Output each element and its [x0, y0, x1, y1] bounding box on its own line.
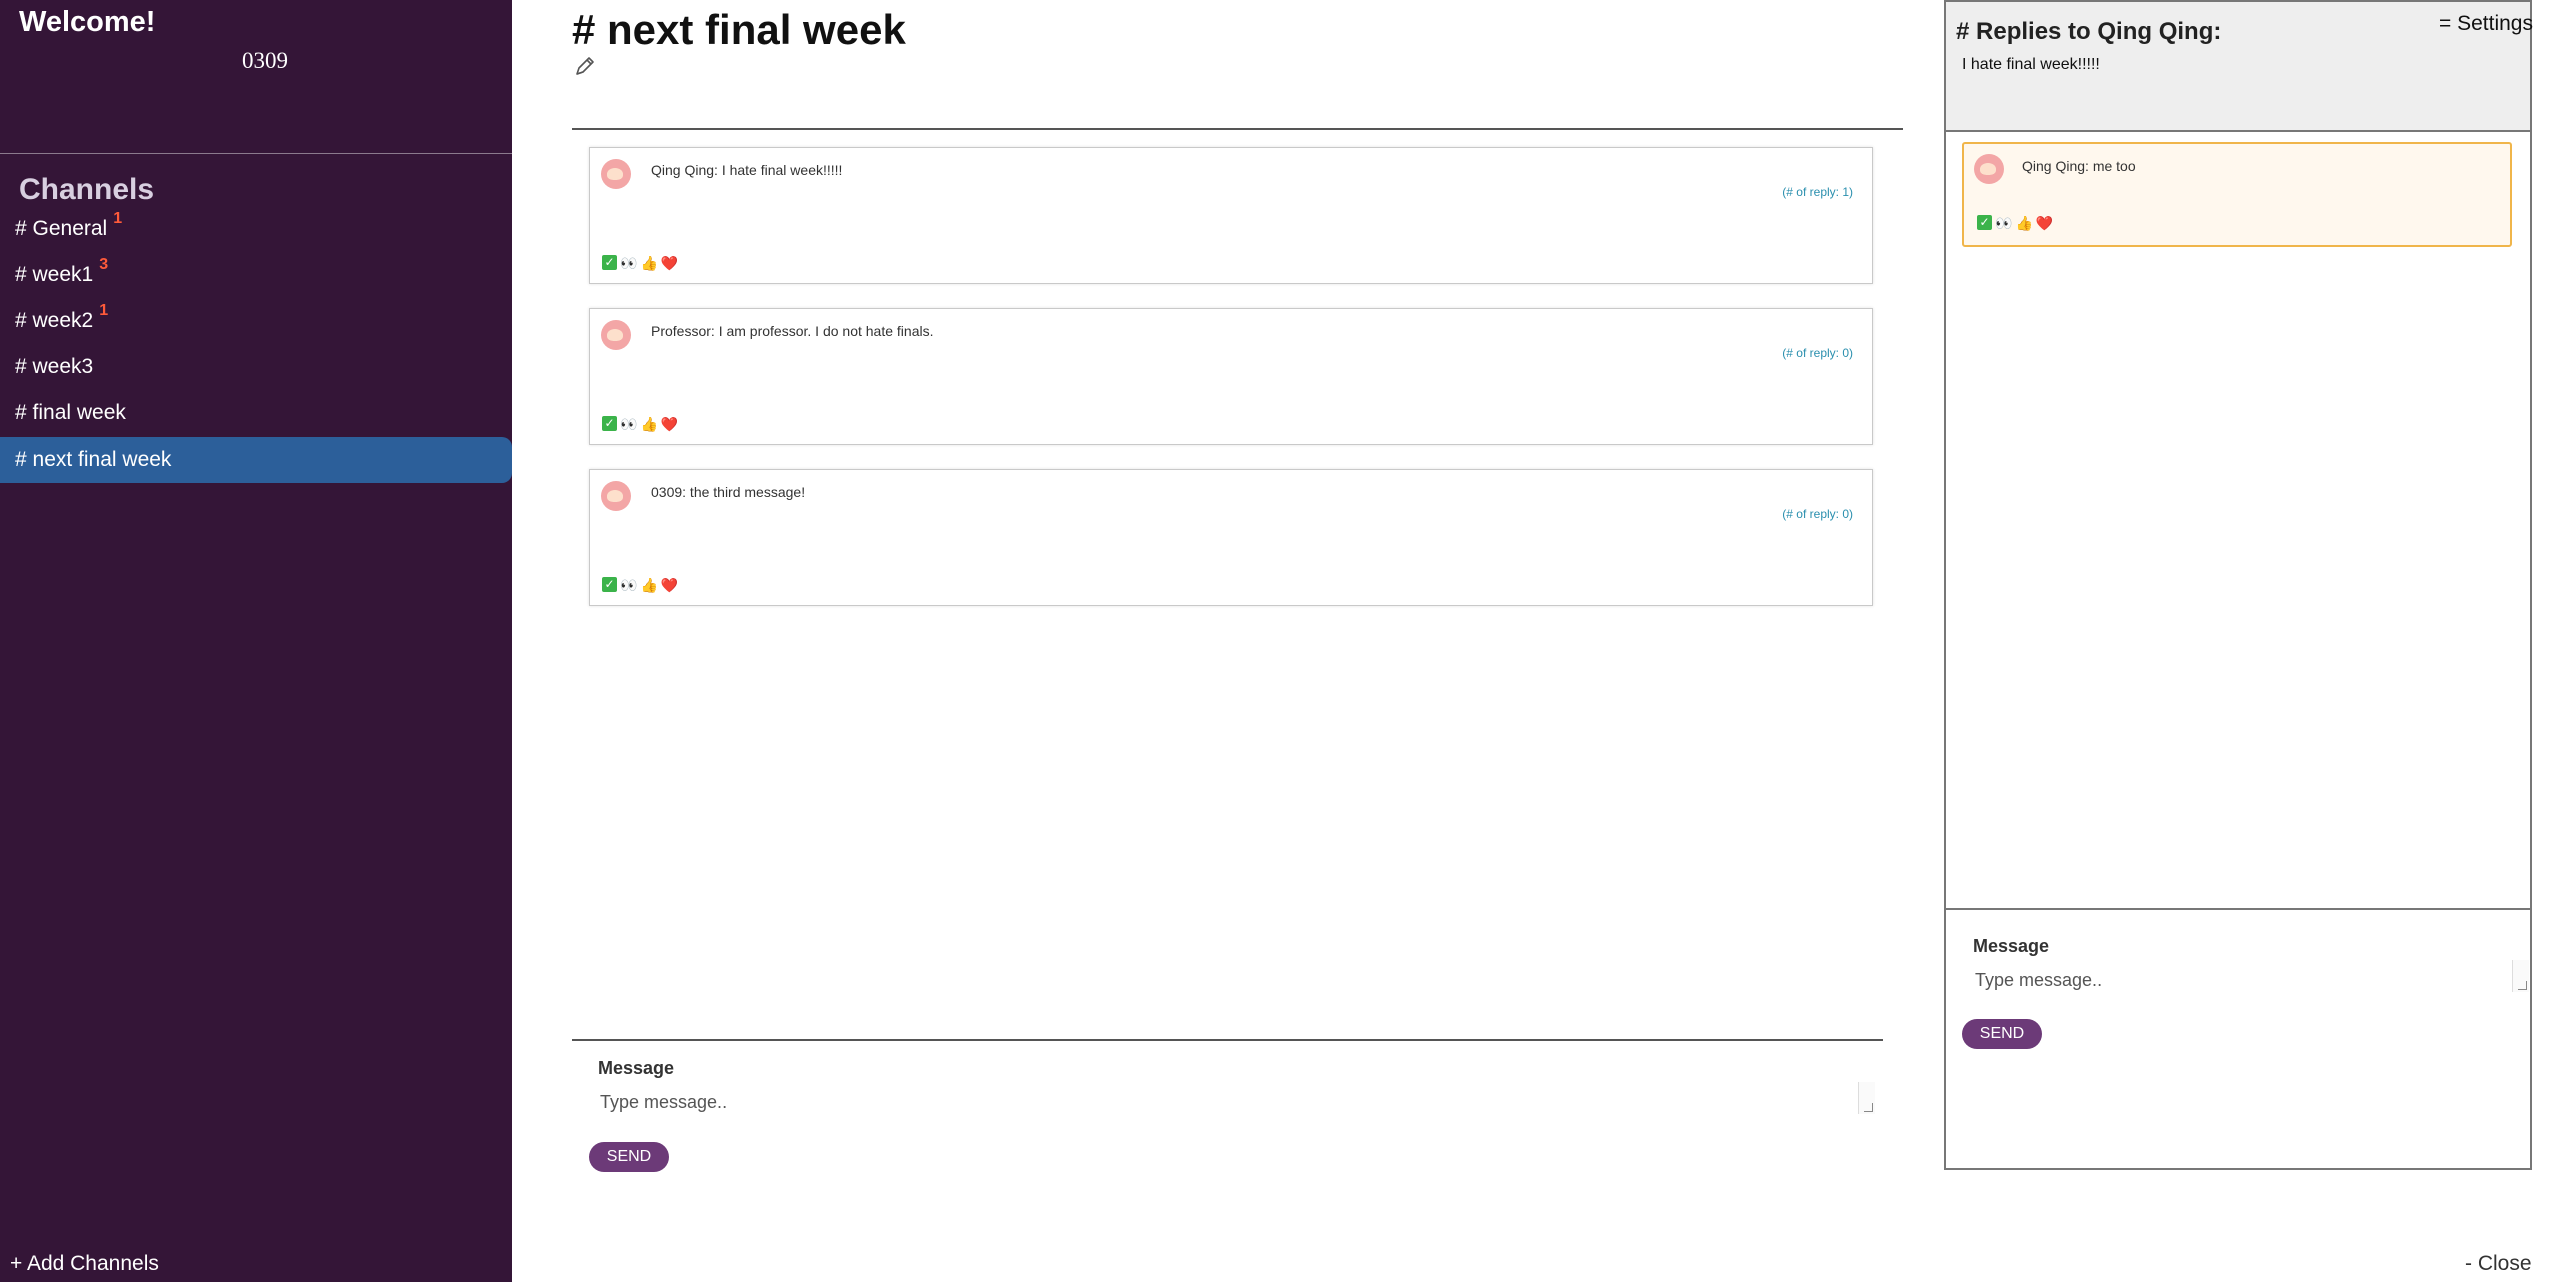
user-avatar — [601, 481, 631, 511]
thumbs-up-reaction-icon[interactable]: 👍 — [640, 416, 657, 433]
thread-parent-message: I hate final week!!!!! — [1962, 56, 2100, 73]
channels-heading: Channels — [19, 173, 155, 206]
reply-card[interactable]: Qing Qing: me too ✓ 👀 👍 ❤️ — [1962, 142, 2512, 247]
sidebar-divider — [0, 153, 512, 154]
current-username: 0309 — [242, 48, 288, 73]
heart-reaction-icon[interactable]: ❤️ — [661, 255, 678, 272]
thread-title: # Replies to Qing Qing: — [1956, 18, 2222, 45]
thread-composer-divider — [1946, 908, 2530, 910]
add-channels-button[interactable]: + Add Channels — [10, 1252, 159, 1276]
thread-resize-handle[interactable] — [2512, 960, 2529, 992]
reply-text: Qing Qing: me too — [2022, 158, 2136, 174]
reply-count-link[interactable]: (# of reply: 0) — [1782, 346, 1853, 360]
channel-item-final-week[interactable]: # final week — [0, 390, 512, 436]
thumbs-up-reaction-icon[interactable]: 👍 — [640, 255, 657, 272]
channel-item-week1[interactable]: # week1 3 — [0, 252, 512, 298]
eyes-reaction-icon[interactable]: 👀 — [620, 255, 637, 272]
reaction-bar: ✓ 👀 👍 ❤️ — [1977, 215, 2053, 232]
heart-reaction-icon[interactable]: ❤️ — [2036, 215, 2053, 232]
thumbs-up-reaction-icon[interactable]: 👍 — [640, 577, 657, 594]
message-text: Professor: I am professor. I do not hate… — [651, 323, 934, 339]
unread-badge: 3 — [99, 256, 109, 273]
message-text: Qing Qing: I hate final week!!!!! — [651, 162, 843, 178]
channel-title: # next final week — [572, 6, 906, 53]
channel-item-general[interactable]: # General 1 — [0, 206, 512, 252]
unread-badge: 1 — [113, 210, 123, 227]
thread-panel: # Replies to Qing Qing: I hate final wee… — [1944, 0, 2532, 1170]
channel-item-week3[interactable]: # week3 — [0, 344, 512, 390]
channel-label: # week2 — [15, 309, 94, 332]
resize-handle[interactable] — [1858, 1082, 1875, 1114]
heart-reaction-icon[interactable]: ❤️ — [661, 577, 678, 594]
reaction-bar: ✓ 👀 👍 ❤️ — [602, 577, 678, 594]
message-label: Message — [598, 1058, 675, 1078]
thread-send-button[interactable]: SEND — [1962, 1019, 2042, 1049]
channel-item-next-final-week[interactable]: # next final week — [0, 437, 512, 483]
channel-label: # week3 — [15, 355, 94, 378]
heart-reaction-icon[interactable]: ❤️ — [661, 416, 678, 433]
channel-label: # final week — [15, 401, 126, 424]
composer-divider — [572, 1039, 1883, 1041]
eyes-reaction-icon[interactable]: 👀 — [1995, 215, 2012, 232]
welcome-heading: Welcome! — [19, 6, 156, 38]
unread-badge: 1 — [99, 302, 109, 319]
channel-item-week2[interactable]: # week2 1 — [0, 298, 512, 344]
message-card[interactable]: 0309: the third message! (# of reply: 0)… — [589, 469, 1873, 606]
settings-button[interactable]: = Settings — [2439, 12, 2533, 36]
check-reaction-icon[interactable]: ✓ — [602, 255, 617, 270]
check-reaction-icon[interactable]: ✓ — [602, 577, 617, 592]
user-avatar — [601, 320, 631, 350]
reaction-bar: ✓ 👀 👍 ❤️ — [602, 255, 678, 272]
close-thread-button[interactable]: - Close — [2465, 1252, 2532, 1276]
user-avatar — [601, 159, 631, 189]
header-divider — [572, 128, 1903, 130]
reply-count-link[interactable]: (# of reply: 0) — [1782, 507, 1853, 521]
check-reaction-icon[interactable]: ✓ — [602, 416, 617, 431]
thread-message-input[interactable] — [1973, 966, 2497, 994]
send-button[interactable]: SEND — [589, 1142, 669, 1172]
reply-count-link[interactable]: (# of reply: 1) — [1782, 185, 1853, 199]
thread-message-label: Message — [1973, 936, 2050, 956]
eyes-reaction-icon[interactable]: 👀 — [620, 577, 637, 594]
pencil-icon[interactable] — [573, 54, 597, 78]
message-text: 0309: the third message! — [651, 484, 806, 500]
message-card[interactable]: Qing Qing: I hate final week!!!!! (# of … — [589, 147, 1873, 284]
reaction-bar: ✓ 👀 👍 ❤️ — [602, 416, 678, 433]
channel-label: # week1 — [15, 263, 94, 286]
channel-label: # General — [15, 217, 108, 240]
check-reaction-icon[interactable]: ✓ — [1977, 215, 1992, 230]
message-input[interactable] — [598, 1088, 1852, 1116]
user-avatar — [1974, 154, 2004, 184]
eyes-reaction-icon[interactable]: 👀 — [620, 416, 637, 433]
channel-label: # next final week — [15, 448, 172, 471]
thumbs-up-reaction-icon[interactable]: 👍 — [2015, 215, 2032, 232]
message-card[interactable]: Professor: I am professor. I do not hate… — [589, 308, 1873, 445]
sidebar: Welcome! 0309 Channels # General 1 # week… — [0, 0, 512, 1282]
